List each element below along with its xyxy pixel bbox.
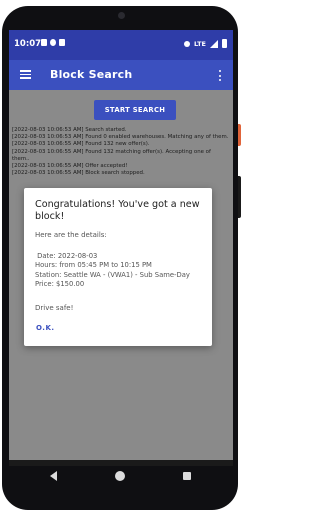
volume-button (238, 176, 241, 218)
block-found-dialog: Congratulations! You've got a new block!… (24, 188, 212, 346)
app-bar: Block Search (9, 60, 233, 90)
dialog-title: Congratulations! You've got a new block! (35, 199, 200, 222)
gmail-icon (41, 39, 47, 46)
dialog-intro: Here are the details: (35, 231, 107, 239)
signal-icon (210, 39, 218, 48)
back-icon[interactable] (50, 471, 57, 481)
recents-icon[interactable] (183, 472, 191, 480)
detail-hours: Hours: from 05:45 PM to 10:15 PM (35, 261, 152, 270)
detail-date: Date: 2022-08-03 (35, 252, 98, 260)
home-icon[interactable] (115, 471, 125, 481)
mute-icon (184, 40, 191, 47)
screen: 10:07 LTE Block Search START SEARCH [202… (9, 30, 233, 470)
overflow-menu-icon[interactable] (219, 70, 222, 81)
status-time: 10:07 (14, 39, 42, 49)
front-camera (118, 12, 125, 19)
hamburger-menu-icon[interactable] (20, 70, 31, 79)
lte-icon: LTE (194, 39, 206, 48)
dialog-closing: Drive safe! (35, 304, 74, 312)
power-button (238, 124, 241, 146)
ok-button[interactable]: O.K. (36, 324, 55, 332)
app-title: Block Search (50, 68, 133, 81)
status-bar: 10:07 LTE (9, 30, 233, 60)
sd-card-icon (59, 39, 65, 46)
battery-icon (222, 39, 227, 48)
status-icons-left (41, 39, 65, 46)
status-icons-right: LTE (184, 39, 227, 48)
cloud-icon (50, 39, 56, 46)
detail-station: Station: Seattle WA - (VWA1) - Sub Same-… (35, 270, 190, 279)
detail-price: Price: $150.00 (35, 280, 85, 289)
dialog-details: Date: 2022-08-03 Hours: from 05:45 PM to… (35, 252, 207, 290)
